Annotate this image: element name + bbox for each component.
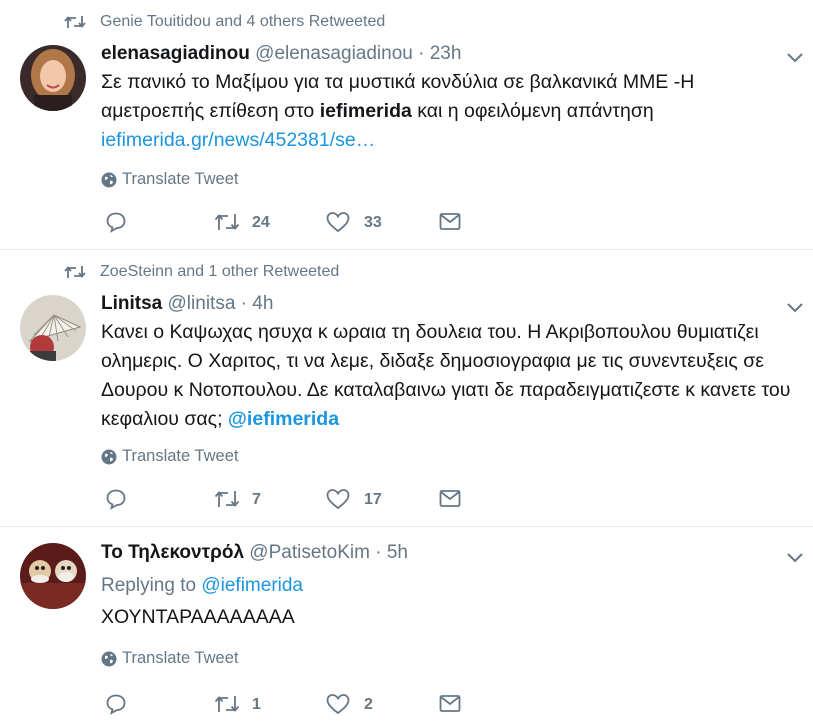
- tweet[interactable]: ZoeSteinn and 1 other Retweeted Linitsa …: [0, 250, 813, 527]
- tweet-header: Linitsa @linitsa · 4h: [101, 292, 273, 316]
- reply-icon: [106, 489, 126, 510]
- chevron-down-icon[interactable]: [786, 301, 804, 313]
- globe-icon: [101, 172, 117, 188]
- chevron-down-icon[interactable]: [786, 551, 804, 563]
- replying-to-label: Replying to: [101, 575, 202, 596]
- tweet-text: Κανει ο Καψωχας ησυχα κ ωραια τη δουλεια…: [101, 318, 791, 434]
- retweet-icon: [64, 266, 86, 278]
- tweet[interactable]: Genie Touitidou and 4 others Retweeted e…: [0, 0, 813, 250]
- tweet[interactable]: Το Τηλεκοντρόλ @PatisetoKim · 5h Replyin…: [0, 527, 813, 727]
- envelope-icon: [439, 213, 461, 230]
- avatar-fan-photo: [20, 295, 86, 361]
- envelope-icon: [439, 490, 461, 507]
- tweet-timestamp[interactable]: 4h: [252, 293, 273, 314]
- translate-label[interactable]: Translate Tweet: [122, 170, 238, 189]
- avatar-woman-photo: [20, 45, 86, 111]
- retweet-count: 7: [252, 491, 261, 508]
- globe-icon: [101, 651, 117, 667]
- tweet-text-part: Κανει ο Καψωχας ησυχα κ ωραια τη δουλεια…: [101, 321, 791, 430]
- separator-dot: ·: [375, 542, 382, 563]
- user-handle[interactable]: @elenasagiadinou: [255, 43, 413, 64]
- user-fullname[interactable]: elenasagiadinou: [101, 43, 250, 64]
- timeline: Genie Touitidou and 4 others Retweeted e…: [0, 0, 813, 727]
- retweet-count: 1: [252, 696, 261, 713]
- retweet-icon: [214, 696, 240, 712]
- tweet-text: ΧΟΥΝΤΑΡΑΑΑΑΑΑΑΑ: [101, 603, 791, 632]
- retweet-icon: [214, 214, 240, 230]
- replying-to: Replying to @iefimerida: [101, 575, 303, 597]
- avatar[interactable]: [20, 295, 86, 361]
- avatar[interactable]: [20, 543, 86, 609]
- tweet-link[interactable]: iefimerida.gr/news/452381/se…: [101, 129, 375, 151]
- tweet-text-part: και η οφειλόμενη απάντηση: [411, 100, 654, 122]
- tweet-text-part: ΧΟΥΝΤΑΡΑΑΑΑΑΑΑΑ: [101, 606, 295, 628]
- user-fullname[interactable]: Linitsa: [101, 293, 162, 314]
- tweet-actions: 7 17: [101, 487, 501, 513]
- user-handle[interactable]: @PatisetoKim: [249, 542, 370, 563]
- globe-icon: [101, 449, 117, 465]
- tweet-timestamp[interactable]: 5h: [387, 542, 408, 563]
- reply-icon: [106, 212, 126, 233]
- like-count: 2: [364, 696, 373, 713]
- avatar[interactable]: [20, 45, 86, 111]
- retweet-count: 24: [252, 214, 270, 231]
- reply-icon: [106, 694, 126, 715]
- tweet-actions: 1 2: [101, 692, 501, 718]
- retweet-icon: [64, 16, 86, 28]
- separator-dot: ·: [418, 43, 425, 64]
- retweet-context-text[interactable]: ZoeSteinn and 1 other Retweeted: [100, 263, 339, 281]
- tweet-header: elenasagiadinou @elenasagiadinou · 23h: [101, 42, 461, 66]
- envelope-icon: [439, 695, 461, 712]
- avatar-muppets-photo: [20, 543, 86, 609]
- heart-icon: [326, 694, 350, 715]
- user-handle[interactable]: @linitsa: [168, 293, 236, 314]
- replying-to-mention[interactable]: @iefimerida: [201, 575, 303, 596]
- chevron-down-icon[interactable]: [786, 51, 804, 63]
- tweet-timestamp[interactable]: 23h: [430, 43, 462, 64]
- separator-dot: ·: [240, 293, 247, 314]
- like-count: 33: [364, 214, 382, 231]
- retweet-context-text[interactable]: Genie Touitidou and 4 others Retweeted: [100, 13, 385, 31]
- tweet-text: Σε πανικό το Μαξίμου για τα μυστικά κονδ…: [101, 68, 791, 155]
- heart-icon: [326, 212, 350, 233]
- retweet-icon: [214, 491, 240, 507]
- translate-label[interactable]: Translate Tweet: [122, 649, 238, 668]
- tweet-actions: 24 33: [101, 210, 501, 236]
- user-fullname[interactable]: Το Τηλεκοντρόλ: [101, 542, 244, 563]
- tweet-text-bold: iefimerida: [319, 100, 412, 122]
- tweet-header: Το Τηλεκοντρόλ @PatisetoKim · 5h: [101, 541, 408, 565]
- translate-label[interactable]: Translate Tweet: [122, 447, 238, 466]
- like-count: 17: [364, 491, 382, 508]
- tweet-mention[interactable]: @iefimerida: [228, 408, 339, 430]
- heart-icon: [326, 489, 350, 510]
